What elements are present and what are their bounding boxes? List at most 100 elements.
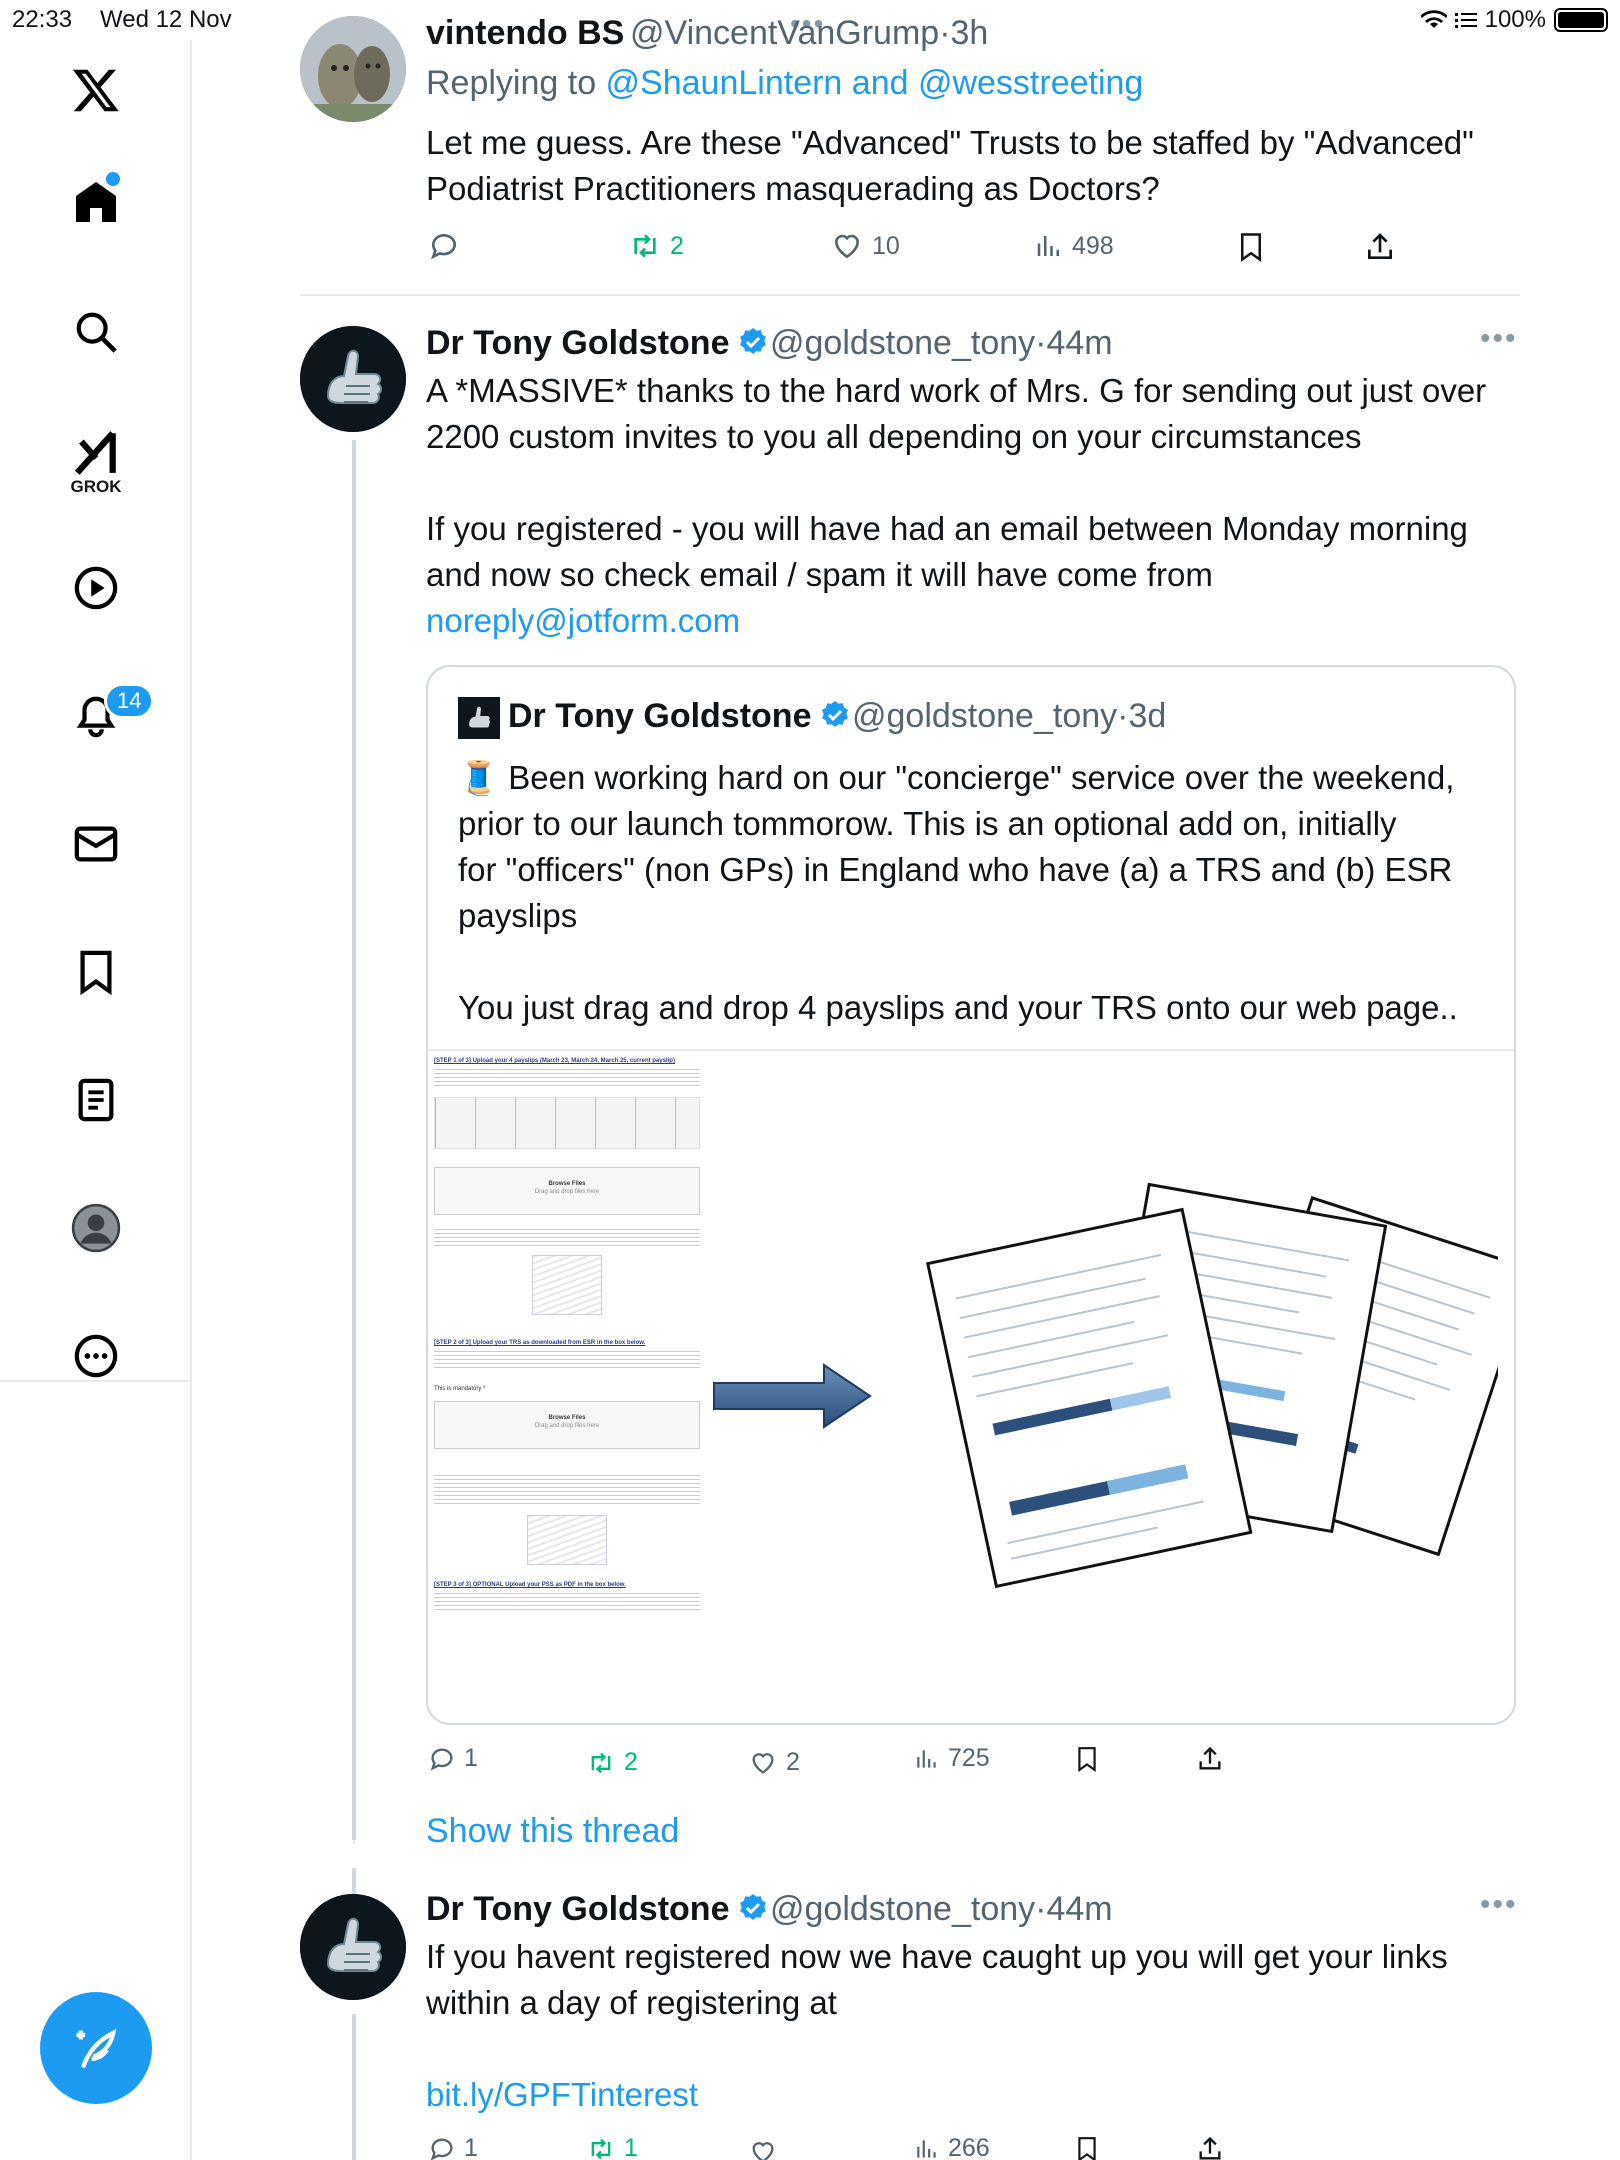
bookmarks-icon[interactable] — [70, 946, 122, 998]
upload-box: Browse Files Drag and drop files here — [434, 1401, 700, 1449]
drag-drop-label: Drag and drop files here — [534, 1189, 600, 1195]
heart-icon — [752, 1752, 774, 1774]
form-step1-text: [STEP 1 of 3] Upload your 4 payslips (Ma… — [434, 1058, 675, 1064]
retweet-count: 2 — [670, 231, 684, 260]
tweet-text-line: and now so check email / spam it will ha… — [426, 556, 1213, 593]
retweet-count: 1 — [624, 2134, 638, 2160]
bookmark-button[interactable] — [1236, 230, 1266, 264]
tweet-text-line: within a day of registering at — [426, 1984, 837, 2021]
bookmark-button[interactable] — [1074, 2134, 1100, 2160]
quote-text: 🧵 Been working hard on our "concierge" s… — [458, 755, 1498, 1031]
quote-author-name: Dr Tony Goldstone — [508, 697, 851, 736]
author-handle-time[interactable]: @VincentVanGrump·3h — [630, 14, 988, 53]
author-name[interactable]: Dr Tony Goldstone — [426, 1890, 769, 1929]
registration-link[interactable]: bit.ly/GPFTinterest — [426, 2072, 1536, 2118]
more-options-icon[interactable]: ••• — [1480, 1888, 1518, 1922]
replying-to-users[interactable]: @ShaunLintern and @wesstreeting — [606, 64, 1144, 102]
grok-nav[interactable]: GROK — [70, 428, 122, 498]
reply-button[interactable] — [428, 230, 460, 262]
compose-button[interactable] — [40, 1992, 152, 2104]
views-icon — [917, 1749, 936, 1768]
status-date: Wed 12 Nov — [100, 6, 232, 33]
sidebar-divider — [0, 1380, 192, 1382]
bookmark-icon — [1078, 2137, 1096, 2160]
views-icon — [917, 2139, 936, 2158]
view-count: 266 — [948, 2134, 990, 2160]
view-count: 725 — [948, 1744, 990, 1772]
author-avatar[interactable] — [300, 1894, 406, 2000]
documents-illustration — [926, 1182, 1498, 1589]
grok-icon — [74, 431, 116, 475]
tweet-divider — [300, 294, 1520, 296]
mandatory-label: This is mandatory * — [434, 1386, 486, 1392]
like-button[interactable] — [748, 2138, 778, 2160]
share-button[interactable] — [1196, 2134, 1224, 2160]
heart-icon — [834, 234, 860, 259]
author-name-text: Dr Tony Goldstone — [426, 1890, 730, 1928]
grok-label: GROK — [70, 477, 122, 496]
author-avatar[interactable] — [300, 326, 406, 432]
tweet-text: Let me guess. Are these "Advanced" Trust… — [426, 120, 1536, 212]
like-count: 10 — [872, 231, 900, 260]
author-name[interactable]: vintendo BS — [426, 14, 624, 53]
reply-icon — [430, 2138, 453, 2160]
search-icon[interactable] — [70, 306, 122, 358]
views-button[interactable]: 498 — [1034, 230, 1114, 262]
share-button[interactable] — [1364, 230, 1396, 264]
replying-to: Replying to @ShaunLintern and @wesstreet… — [426, 64, 1143, 103]
verified-badge-icon — [740, 1894, 767, 1920]
form-step2-text: [STEP 2 of 3] Upload your TRS as downloa… — [434, 1340, 646, 1346]
battery-percent: 100% — [1484, 6, 1546, 33]
drag-drop-label: Drag and drop files here — [534, 1423, 600, 1429]
author-handle-time[interactable]: @goldstone_tony·44m — [770, 324, 1113, 363]
retweet-icon — [591, 2138, 611, 2159]
views-button[interactable]: 725 — [914, 1744, 990, 1773]
share-button[interactable] — [1196, 1744, 1224, 1774]
like-button[interactable]: 2 — [748, 1748, 800, 1777]
author-name[interactable]: Dr Tony Goldstone — [426, 324, 769, 363]
compose-feather-icon — [76, 2028, 117, 2069]
tweet-text: If you havent registered now we have cau… — [426, 1934, 1536, 2118]
x-logo-icon[interactable] — [70, 64, 122, 116]
show-thread-link[interactable]: Show this thread — [426, 1812, 679, 1851]
browse-files-label: Browse Files — [548, 1415, 586, 1421]
quote-author-name-text: Dr Tony Goldstone — [508, 697, 812, 735]
more-icon[interactable] — [70, 1330, 122, 1382]
bookmark-button[interactable] — [1074, 1744, 1100, 1774]
retweet-button[interactable]: 2 — [628, 230, 684, 262]
thread-line — [352, 2014, 356, 2160]
retweet-button[interactable]: 2 — [586, 1748, 638, 1777]
quote-media-image[interactable]: [STEP 1 of 3] Upload your 4 payslips (Ma… — [428, 1049, 1514, 1723]
browse-files-label: Browse Files — [548, 1181, 586, 1187]
author-handle-time[interactable]: @goldstone_tony·44m — [770, 1890, 1113, 1929]
like-button[interactable]: 10 — [830, 230, 900, 262]
reply-count: 1 — [464, 2134, 478, 2160]
bookmark-icon — [1241, 233, 1261, 262]
profile-avatar-icon[interactable] — [70, 1202, 122, 1254]
view-count: 498 — [1072, 231, 1114, 260]
video-icon[interactable] — [70, 562, 122, 614]
author-handle: @goldstone_tony — [770, 324, 1036, 362]
messages-icon[interactable] — [70, 818, 122, 870]
thread-line — [352, 1868, 356, 1896]
tweet-text-line: Podiatrist Practitioners masquerading as… — [426, 170, 1160, 207]
lists-icon[interactable] — [70, 1074, 122, 1126]
form-step3-text: [STEP 3 of 3] OPTIONAL Upload your PSS a… — [434, 1582, 626, 1588]
email-link[interactable]: noreply@jotform.com — [426, 598, 1536, 644]
retweet-button[interactable]: 1 — [586, 2134, 638, 2160]
tweet-text-line: 2200 custom invites to you all depending… — [426, 418, 1362, 455]
views-button[interactable]: 266 — [914, 2134, 990, 2160]
arrow-right-icon — [713, 1363, 872, 1429]
reply-icon — [431, 234, 456, 260]
more-options-icon[interactable]: ••• — [1480, 322, 1518, 356]
reply-button[interactable]: 1 — [428, 1744, 478, 1773]
quote-tweet[interactable]: Dr Tony Goldstone @goldstone_tony·3d 🧵 B… — [426, 665, 1516, 1725]
share-icon — [1199, 2136, 1221, 2160]
reply-button[interactable]: 1 — [428, 2134, 478, 2160]
quote-time: ·3d — [1117, 697, 1167, 735]
verified-badge-icon — [740, 328, 767, 354]
battery-icon — [1554, 8, 1608, 32]
author-avatar[interactable] — [300, 16, 406, 122]
quote-text-line: for "officers" (non GPs) in England who … — [458, 851, 1453, 888]
tweet-text-line: If you registered - you will have had an… — [426, 510, 1468, 547]
